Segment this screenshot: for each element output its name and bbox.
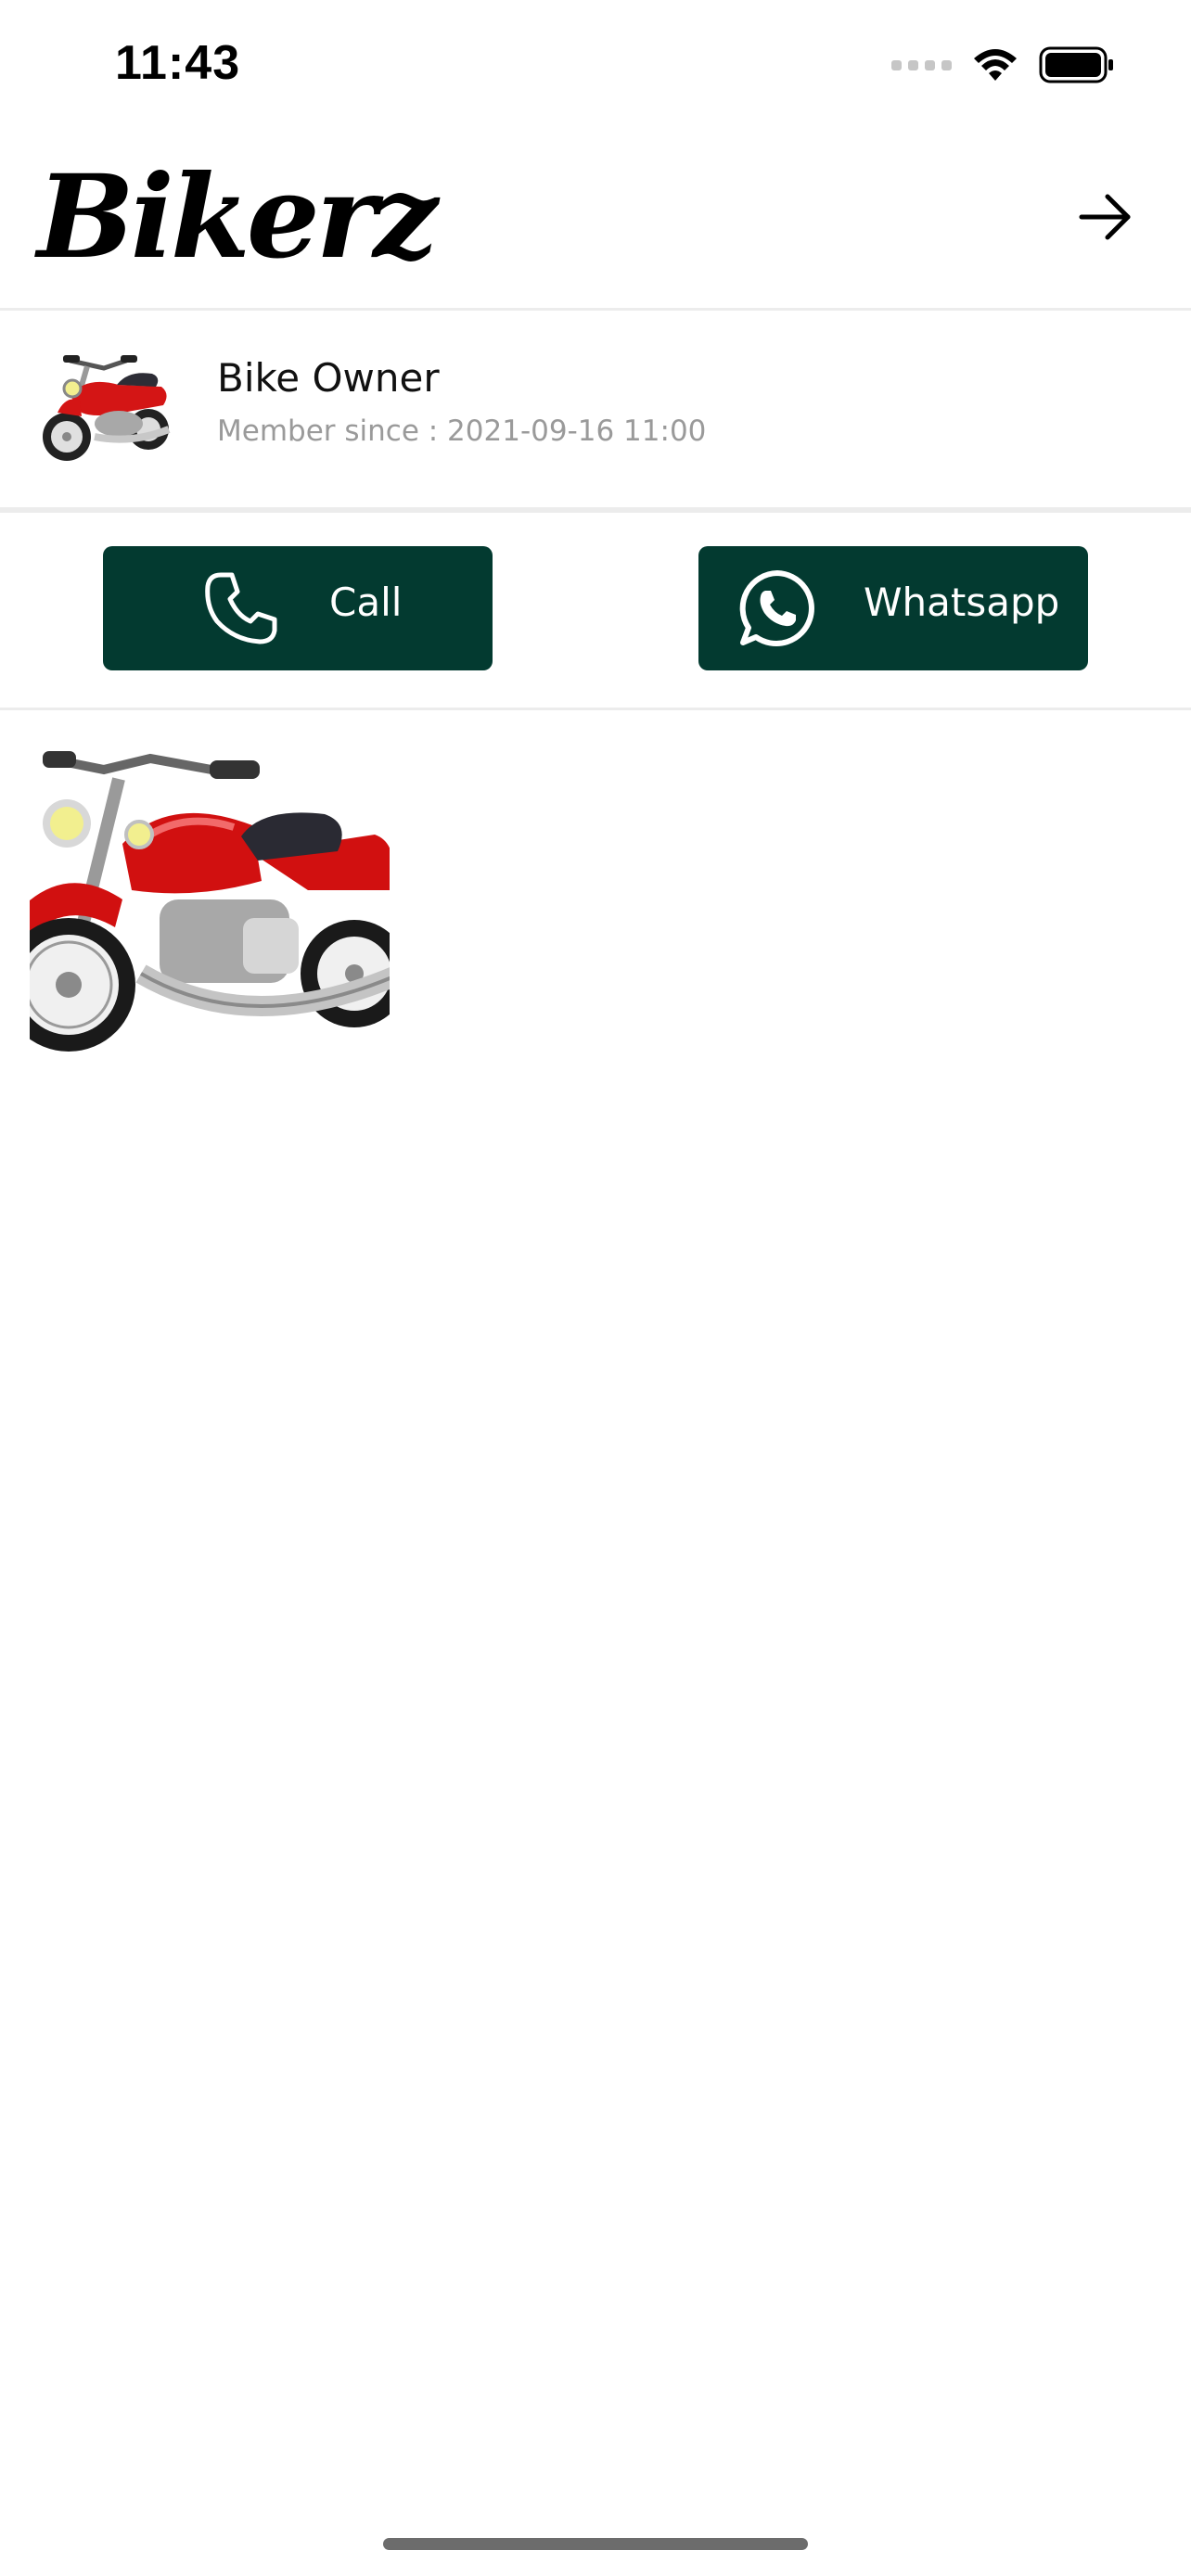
contact-section: Call Whatsapp	[0, 513, 1191, 710]
status-time: 11:43	[115, 36, 241, 90]
whatsapp-label: Whatsapp	[864, 580, 1060, 625]
status-bar: 11:43	[0, 0, 1191, 130]
app-logo: Bikerz	[37, 150, 438, 285]
member-since: Member since : 2021-09-16 11:00	[217, 414, 707, 448]
cellular-signal-icon	[891, 59, 952, 70]
gallery	[2, 742, 408, 1085]
status-icons	[891, 46, 1115, 83]
battery-icon	[1039, 46, 1113, 83]
call-label: Call	[329, 580, 403, 625]
call-button[interactable]: Call	[103, 546, 493, 670]
whatsapp-icon	[736, 567, 819, 650]
home-indicator[interactable]	[383, 2538, 808, 2550]
motorcycle-photo[interactable]	[2, 742, 408, 1089]
wifi-icon	[974, 49, 1017, 81]
profile-section: Bike Owner Member since : 2021-09-16 11:…	[0, 311, 1191, 513]
whatsapp-button[interactable]: Whatsapp	[698, 546, 1088, 670]
avatar	[39, 348, 174, 465]
arrow-right-icon[interactable]	[1076, 187, 1135, 247]
app-header: Bikerz	[0, 130, 1191, 311]
phone-icon	[199, 567, 283, 650]
profile-name: Bike Owner	[217, 355, 440, 401]
